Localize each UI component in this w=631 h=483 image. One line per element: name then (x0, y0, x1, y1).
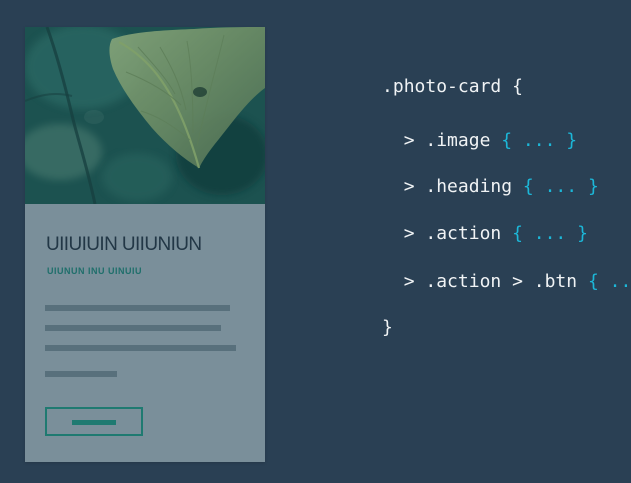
code-text: > .action (382, 223, 513, 244)
code-text: > .heading (382, 176, 523, 197)
diagram-canvas: UIIUIUIN UIIUNIUN UIUNUN INU UINUIU .pho… (0, 0, 631, 483)
code-braces: { ... } (501, 130, 578, 151)
code-braces: { ... } (512, 223, 588, 244)
button-label-placeholder (72, 420, 116, 425)
photo-card: UIIUIUIN UIIUNIUN UIUNUN INU UINUIU (25, 27, 265, 462)
card-image (25, 27, 265, 204)
code-braces: { ... } (587, 271, 631, 292)
leaf-image (25, 27, 265, 204)
text-placeholder-line (45, 371, 117, 377)
code-braces: { ... } (522, 176, 599, 197)
code-line-4: > .action { ... } (317, 207, 588, 261)
code-text: > .image (382, 130, 502, 151)
code-text: .photo-card { (382, 76, 523, 97)
code-line-3: > .heading { ... } (317, 160, 599, 214)
card-body: UIIUIUIN UIIUNIUN UIUNUN INU UINUIU (25, 204, 265, 462)
code-text: > .action > .btn (382, 271, 588, 292)
code-text: } (382, 317, 393, 338)
card-action-button[interactable] (45, 407, 143, 436)
code-line-6: } (317, 301, 393, 355)
card-heading: UIIUIUIN UIIUNIUN (46, 234, 202, 255)
card-subheading: UIUNUN INU UINUIU (47, 266, 142, 276)
text-placeholder-line (45, 345, 236, 351)
text-placeholder-line (45, 305, 230, 311)
text-placeholder-line (45, 325, 221, 331)
code-line-1: .photo-card { (317, 60, 523, 114)
